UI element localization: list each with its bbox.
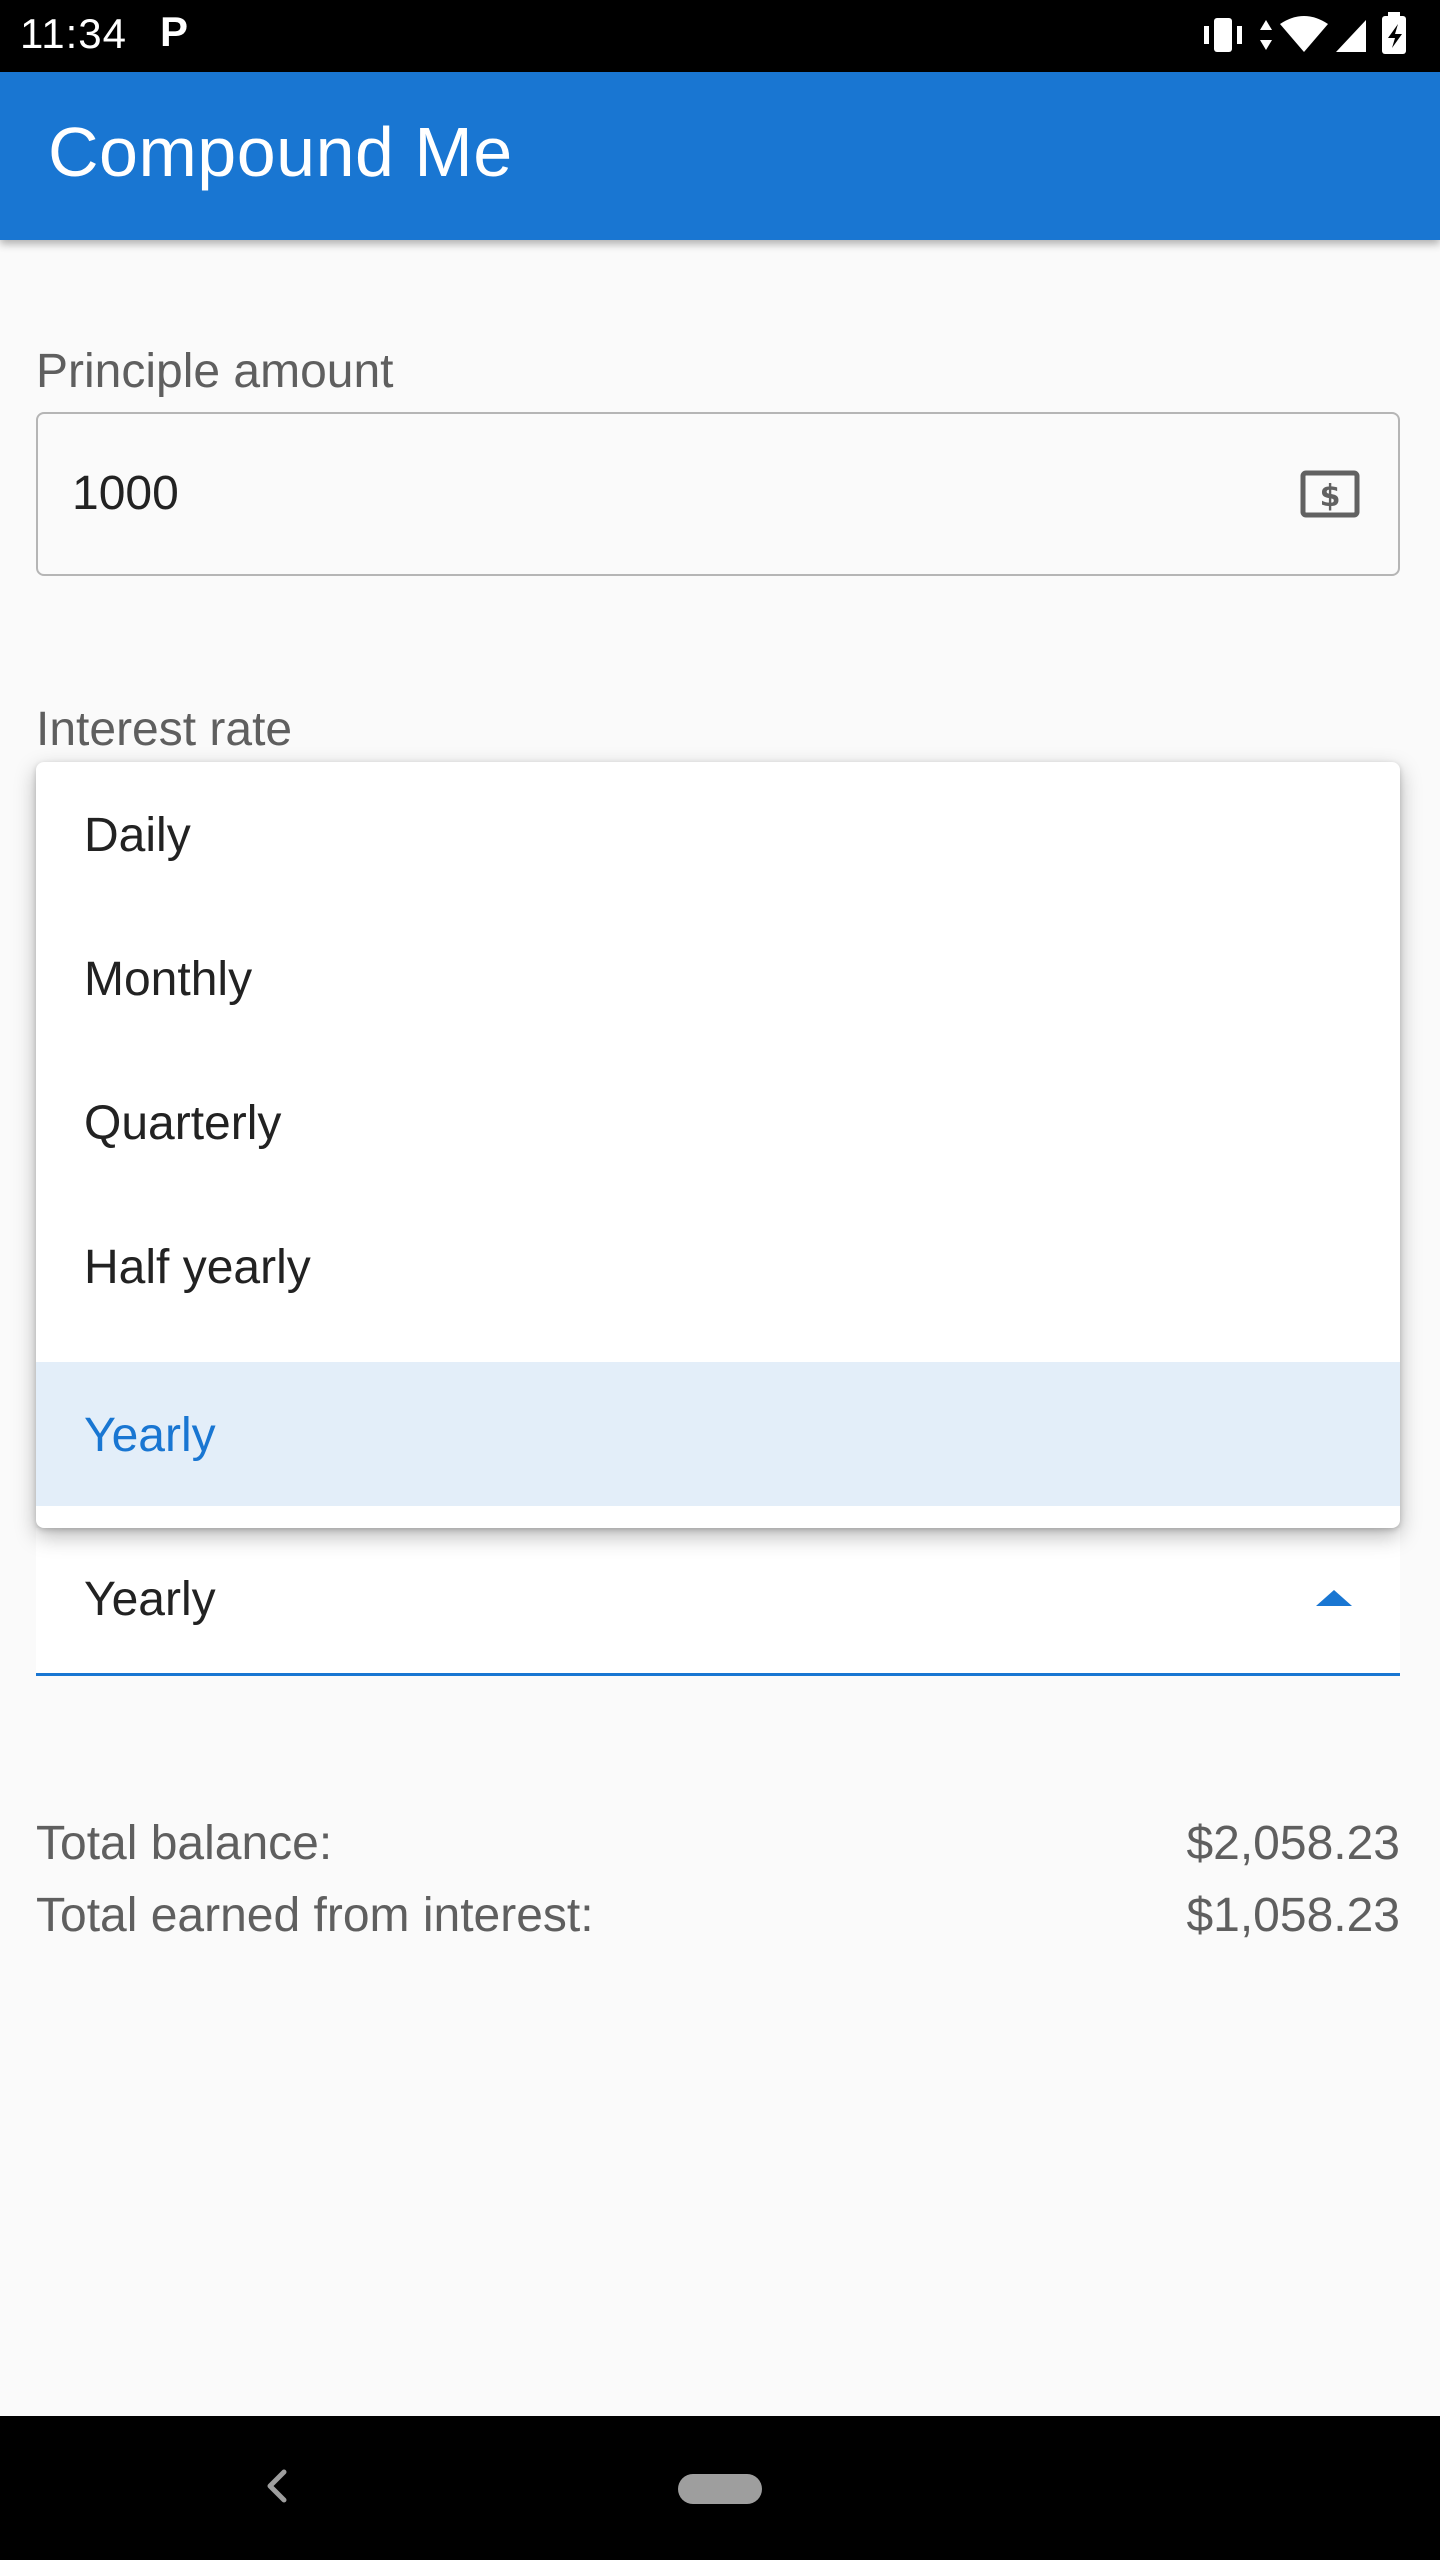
app-title: Compound Me [48, 113, 513, 191]
interest-earned-value: $1,058.23 [1186, 1889, 1400, 1942]
menu-item-quarterly[interactable]: Quarterly [36, 1050, 1400, 1194]
status-bar: 11:34 P [0, 0, 1440, 72]
menu-item-label: Monthly [84, 953, 253, 1006]
menu-item-label: Quarterly [84, 1097, 282, 1150]
menu-item-label: Half yearly [84, 1241, 311, 1294]
interest-label: Interest rate [36, 703, 293, 756]
total-balance-row: Total balance: $2,058.23 [36, 1816, 1400, 1880]
parking-notification-icon: P [160, 8, 189, 55]
money-icon: $ [1300, 470, 1360, 523]
status-time: 11:34 [20, 10, 127, 57]
svg-text:$: $ [1320, 479, 1341, 514]
menu-item-label: Daily [84, 809, 191, 862]
total-balance-value: $2,058.23 [1186, 1817, 1400, 1870]
data-arrows-icon [1260, 20, 1272, 50]
menu-item-yearly[interactable]: Yearly [36, 1362, 1400, 1506]
interest-earned-label: Total earned from interest: [36, 1889, 594, 1942]
status-icons [1204, 12, 1424, 60]
principle-label: Principle amount [36, 345, 394, 398]
app-bar: Compound Me [0, 72, 1440, 240]
menu-item-label: Yearly [84, 1409, 216, 1462]
vibrate-icon [1204, 18, 1242, 52]
back-icon[interactable] [262, 2466, 292, 2511]
arrow-up-icon [1316, 1588, 1352, 1613]
home-pill-button[interactable] [678, 2474, 762, 2504]
menu-item-half-yearly[interactable]: Half yearly [36, 1194, 1400, 1338]
principle-input[interactable]: 1000 $ [36, 412, 1400, 576]
navigation-bar [0, 2416, 1440, 2560]
principle-value: 1000 [72, 467, 179, 520]
interest-earned-row: Total earned from interest: $1,058.23 [36, 1888, 1400, 1952]
compounding-dropdown[interactable]: Yearly [36, 1528, 1400, 1676]
total-balance-label: Total balance: [36, 1817, 333, 1870]
wifi-icon [1280, 16, 1328, 52]
compounding-menu: Daily Monthly Quarterly Half yearly Year… [36, 762, 1400, 1528]
menu-item-daily[interactable]: Daily [36, 762, 1400, 906]
signal-icon [1336, 20, 1366, 52]
compounding-selected-value: Yearly [84, 1573, 216, 1626]
battery-icon [1382, 12, 1406, 54]
menu-item-monthly[interactable]: Monthly [36, 906, 1400, 1050]
